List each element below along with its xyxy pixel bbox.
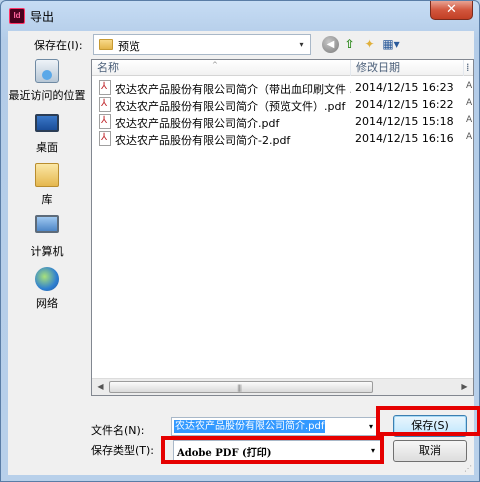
resize-grip-icon[interactable]: ⋰ bbox=[464, 464, 472, 473]
place-label: 桌面 bbox=[36, 141, 58, 154]
desktop-icon bbox=[35, 114, 59, 132]
recent-places-icon bbox=[35, 59, 59, 83]
computer-icon bbox=[35, 215, 59, 233]
title-bar[interactable]: Id 导出 ✕ bbox=[1, 1, 479, 31]
place-label: 最近访问的位置 bbox=[8, 89, 86, 102]
scroll-left-icon[interactable]: ◀ bbox=[92, 379, 109, 395]
grip-icon: ||| bbox=[237, 384, 242, 392]
column-header-more[interactable]: ⁞ bbox=[464, 60, 473, 76]
up-folder-icon[interactable]: ⇧ bbox=[341, 36, 358, 53]
highlight-box-filetype bbox=[161, 436, 384, 464]
scroll-right-icon[interactable]: ▶ bbox=[456, 379, 473, 395]
dialog-title: 导出 bbox=[30, 10, 55, 24]
chevron-down-icon[interactable]: ▾ bbox=[293, 35, 310, 54]
file-row[interactable]: 农达农产品股份有限公司简介（预览文件）.pdf 2014/12/15 16:22… bbox=[92, 96, 473, 113]
places-bar: 最近访问的位置 桌面 库 计算机 网络 bbox=[8, 59, 86, 389]
back-icon[interactable]: ◀ bbox=[322, 36, 339, 53]
file-row[interactable]: 农达农产品股份有限公司简介-2.pdf 2014/12/15 16:16 A bbox=[92, 130, 473, 147]
export-dialog: Id 导出 ✕ 保存在(I): 预览 ▾ ◀ ⇧ ✦ ▦▾ 最近访问的位置 桌面… bbox=[0, 0, 480, 482]
column-headers: 名称 ^ 修改日期 ⁞ bbox=[92, 60, 473, 76]
place-computer[interactable]: 计算机 bbox=[8, 215, 86, 267]
save-in-label: 保存在(I): bbox=[34, 39, 83, 52]
filename-label: 文件名(N): bbox=[91, 424, 145, 437]
place-label: 网络 bbox=[36, 297, 58, 310]
file-date: 2014/12/15 15:18 bbox=[355, 115, 454, 128]
pdf-file-icon bbox=[99, 97, 111, 112]
file-row[interactable]: 农达农产品股份有限公司简介.pdf 2014/12/15 15:18 A bbox=[92, 113, 473, 130]
library-icon bbox=[35, 163, 59, 187]
place-desktop[interactable]: 桌面 bbox=[8, 111, 86, 163]
place-recent[interactable]: 最近访问的位置 bbox=[8, 59, 86, 111]
highlight-box-save bbox=[376, 406, 480, 436]
file-extra: A bbox=[466, 98, 473, 108]
file-row[interactable]: 农达农产品股份有限公司简介（带出血印刷文件 ... 2014/12/15 16:… bbox=[92, 79, 473, 96]
file-extra: A bbox=[466, 132, 473, 142]
save-in-value: 预览 bbox=[118, 40, 140, 53]
place-label: 库 bbox=[41, 193, 53, 206]
scrollbar-thumb[interactable]: ||| bbox=[109, 381, 373, 393]
new-folder-icon[interactable]: ✦ bbox=[361, 36, 378, 53]
column-name-label: 名称 bbox=[97, 61, 119, 74]
pdf-file-icon bbox=[99, 131, 111, 146]
file-date: 2014/12/15 16:23 bbox=[355, 81, 454, 94]
pdf-file-icon bbox=[99, 80, 111, 95]
views-menu-icon[interactable]: ▦▾ bbox=[380, 36, 402, 53]
file-name: 农达农产品股份有限公司简介.pdf bbox=[115, 117, 280, 130]
file-extra: A bbox=[466, 81, 473, 91]
column-header-date[interactable]: 修改日期 bbox=[351, 60, 464, 76]
file-date: 2014/12/15 16:16 bbox=[355, 132, 454, 145]
save-in-dropdown[interactable]: 预览 ▾ bbox=[93, 34, 311, 55]
horizontal-scrollbar[interactable]: ◀ ||| ▶ bbox=[92, 378, 473, 395]
cancel-button[interactable]: 取消 bbox=[393, 440, 467, 462]
filename-field[interactable]: 农达农产品股份有限公司简介.pdf ▾ bbox=[171, 417, 379, 436]
filetype-label: 保存类型(T): bbox=[91, 444, 155, 457]
filename-value[interactable]: 农达农产品股份有限公司简介.pdf bbox=[174, 420, 326, 433]
file-name: 农达农产品股份有限公司简介（预览文件）.pdf bbox=[115, 100, 346, 113]
sort-indicator-icon: ^ bbox=[212, 61, 218, 69]
close-button[interactable]: ✕ bbox=[430, 1, 473, 20]
place-label: 计算机 bbox=[30, 245, 64, 258]
file-date: 2014/12/15 16:22 bbox=[355, 98, 454, 111]
place-library[interactable]: 库 bbox=[8, 163, 86, 215]
network-icon bbox=[35, 267, 59, 291]
file-name: 农达农产品股份有限公司简介（带出血印刷文件 ... bbox=[115, 83, 351, 96]
indesign-app-icon: Id bbox=[9, 8, 25, 24]
file-list[interactable]: 名称 ^ 修改日期 ⁞ 农达农产品股份有限公司简介（带出血印刷文件 ... 20… bbox=[91, 59, 474, 396]
file-name: 农达农产品股份有限公司简介-2.pdf bbox=[115, 134, 291, 147]
place-network[interactable]: 网络 bbox=[8, 267, 86, 319]
pdf-file-icon bbox=[99, 114, 111, 129]
file-extra: A bbox=[466, 115, 473, 125]
folder-icon bbox=[99, 39, 113, 50]
column-header-name[interactable]: 名称 ^ bbox=[92, 60, 350, 76]
